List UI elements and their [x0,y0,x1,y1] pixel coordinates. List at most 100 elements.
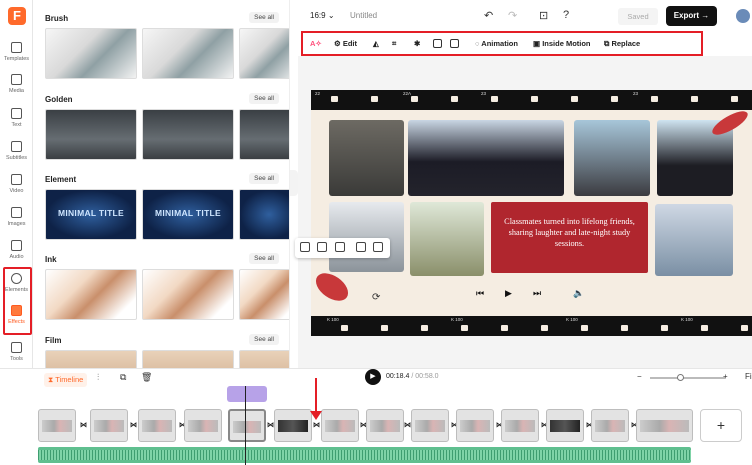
effect-thumb[interactable] [239,269,289,320]
trash-icon[interactable]: 🗑 [141,372,152,383]
rail-images[interactable]: Images [0,205,33,235]
transition-icon[interactable]: ⋈ [404,421,411,429]
animation-button[interactable]: ◌ Animation [475,39,518,48]
effect-thumb[interactable] [45,109,137,160]
transition-icon[interactable]: ⋈ [267,421,274,429]
see-all-ink[interactable]: See all [249,253,279,264]
add-clip-button[interactable]: + [700,409,742,442]
edit-button[interactable]: ⚙ Edit [334,39,357,48]
timeline-button[interactable]: ⧗ Timeline [44,373,88,387]
project-title[interactable]: Untitled [350,11,377,20]
see-all-element[interactable]: See all [249,173,279,184]
timeline-clip[interactable] [274,409,312,442]
photo-campus[interactable] [329,202,404,272]
inside-motion-button[interactable]: ▣ Inside Motion [533,39,591,48]
play-icon[interactable]: ▶ [505,288,512,299]
layer-icon[interactable] [450,39,462,48]
effect-thumb[interactable] [239,189,289,240]
timeline-clip[interactable] [184,409,222,442]
volume-icon[interactable]: 🔈 [573,288,584,299]
rail-subtitles[interactable]: Subtitles [0,139,33,169]
rail-tools[interactable]: Tools [0,340,33,370]
delete-icon[interactable] [373,242,383,252]
timeline-clip[interactable] [366,409,404,442]
rail-video[interactable]: Video [0,172,33,202]
audio-track[interactable] [38,447,691,463]
effect-thumb[interactable] [239,28,289,79]
avatar[interactable] [736,9,750,23]
quote-card[interactable]: Classmates turned into lifelong friends,… [491,202,648,273]
photo-graduation-group[interactable] [408,120,564,196]
undo-icon[interactable]: ↶ [484,9,493,22]
see-all-film[interactable]: See all [249,334,279,345]
see-all-golden[interactable]: See all [249,93,279,104]
zoom-knob[interactable] [677,374,684,381]
timeline-clip[interactable] [591,409,629,442]
playhead[interactable] [245,386,246,465]
forward-icon[interactable]: ⏭ [533,288,541,299]
effect-thumb[interactable] [239,109,289,160]
animation-icon: ◌ [475,39,480,48]
transition-icon[interactable]: ⋈ [130,421,137,429]
magic-icon[interactable]: ✱ [414,39,420,48]
help-icon[interactable]: ? [563,9,569,21]
rail-text[interactable]: Text [0,106,33,136]
replace-button[interactable]: ⧉ Replace [604,39,640,49]
timeline-clip[interactable] [636,409,693,442]
screenshot-icon[interactable]: ⊡ [539,9,548,22]
rail-media[interactable]: Media [0,72,33,102]
photo-friends-selfie[interactable] [574,120,650,196]
effect-thumb[interactable]: MINIMAL TITLE [142,189,234,240]
export-button[interactable]: Export → [666,6,717,26]
redo-icon[interactable]: ↷ [508,9,517,22]
zoom-slider[interactable] [650,374,725,381]
split-icon[interactable]: ⫶ [97,372,99,383]
photo-class-group[interactable] [410,202,484,276]
zoom-in-icon[interactable]: + [723,372,728,381]
rotate-handle-icon[interactable]: ⟳ [372,292,380,303]
effect-thumb[interactable] [142,28,234,79]
layers-icon[interactable] [317,242,327,252]
lock-icon[interactable] [335,242,345,252]
panel-collapse-handle[interactable] [290,170,298,196]
timeline-clip-selected[interactable] [228,409,266,442]
crop-icon[interactable]: ⌗ [392,39,396,49]
copy-icon[interactable]: ⧉ [120,372,126,383]
see-all-brush[interactable]: See all [249,12,279,23]
timeline-clip[interactable] [411,409,449,442]
flip-icon[interactable]: ◭ [373,39,379,48]
aspect-ratio-select[interactable]: 16:9 ⌄ [310,11,335,20]
timeline-clip[interactable] [546,409,584,442]
ai-icon[interactable]: A✧ [310,39,322,48]
selected-clip-marker[interactable] [227,386,267,402]
effect-thumb[interactable] [142,269,234,320]
rewind-icon[interactable]: ⏮ [476,288,484,299]
timeline-clip[interactable] [456,409,494,442]
zoom-out-icon[interactable]: − [637,372,642,381]
rail-templates[interactable]: Templates [0,40,33,70]
photo-graduation-stairs[interactable] [329,120,404,196]
border-icon[interactable] [433,39,445,48]
effect-thumb[interactable] [45,269,137,320]
transition-icon[interactable]: ⋈ [313,421,320,429]
timeline-clip[interactable] [138,409,176,442]
effect-thumb[interactable] [45,28,137,79]
effect-thumb[interactable]: MINIMAL TITLE [45,189,137,240]
timeline-clip[interactable] [90,409,128,442]
duplicate-icon[interactable] [356,242,366,252]
rail-audio[interactable]: Audio [0,238,33,268]
app-logo[interactable]: F [8,7,26,25]
video-canvas[interactable]: 22 22A 23 23 Classmates turned into life… [298,56,752,368]
timeline-clip[interactable] [38,409,76,442]
timeline-play-button[interactable]: ▶ [365,369,381,385]
timeline-clip[interactable] [501,409,539,442]
align-icon[interactable] [300,242,310,252]
transition-icon[interactable]: ⋈ [80,421,87,429]
timeline-clip[interactable] [321,409,359,442]
effect-thumb[interactable] [45,350,137,368]
fit-button[interactable]: Fi [745,372,752,381]
effect-thumb[interactable] [142,109,234,160]
effect-thumb[interactable] [142,350,234,368]
photo-ceremony[interactable] [655,204,733,276]
effect-thumb[interactable] [239,350,289,368]
